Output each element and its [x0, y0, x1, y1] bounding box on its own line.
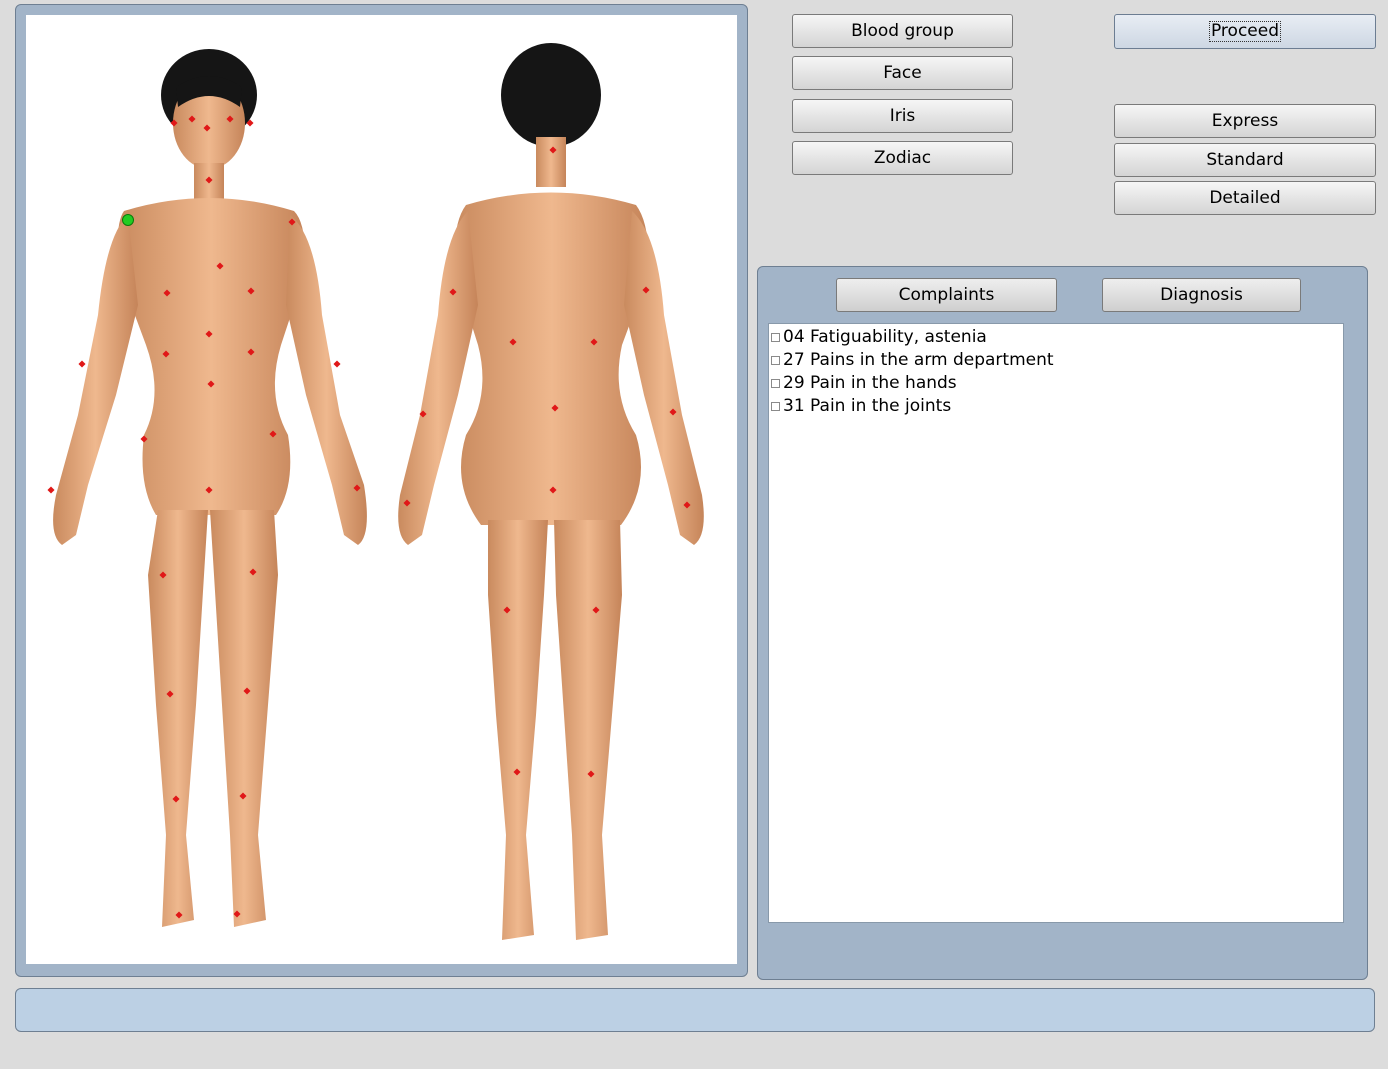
complaint-label: 29 Pain in the hands — [783, 373, 957, 393]
status-bar — [15, 988, 1375, 1032]
selected-point-marker[interactable] — [122, 214, 134, 226]
detailed-button[interactable]: Detailed — [1114, 181, 1376, 215]
complaints-list[interactable]: 04 Fatiguability, astenia 27 Pains in th… — [768, 323, 1344, 923]
body-point-marker[interactable] — [78, 360, 86, 368]
body-point-marker[interactable] — [47, 486, 55, 494]
back-right-leg — [554, 520, 622, 940]
body-map-panel — [15, 4, 748, 977]
blood-group-button[interactable]: Blood group — [792, 14, 1013, 48]
complaint-label: 27 Pains in the arm department — [783, 350, 1054, 370]
front-left-leg — [210, 510, 278, 927]
tab-diagnosis[interactable]: Diagnosis — [1102, 278, 1301, 312]
proceed-button[interactable]: Proceed — [1114, 14, 1376, 49]
body-point-marker[interactable] — [333, 360, 341, 368]
complaint-checkbox[interactable] — [771, 333, 780, 342]
body-map-canvas[interactable] — [26, 15, 737, 964]
body-map-svg[interactable] — [26, 15, 737, 964]
list-item[interactable]: 04 Fatiguability, astenia — [769, 326, 1343, 349]
express-button[interactable]: Express — [1114, 104, 1376, 138]
complaints-panel: Complaints Diagnosis 04 Fatiguability, a… — [757, 266, 1368, 980]
iris-button[interactable]: Iris — [792, 99, 1013, 133]
complaint-checkbox[interactable] — [771, 356, 780, 365]
list-item[interactable]: 31 Pain in the joints — [769, 395, 1343, 418]
front-right-leg — [148, 510, 208, 927]
complaint-label: 04 Fatiguability, astenia — [783, 327, 987, 347]
complaint-checkbox[interactable] — [771, 402, 780, 411]
front-left-arm — [286, 215, 367, 545]
zodiac-button[interactable]: Zodiac — [792, 141, 1013, 175]
proceed-button-label: Proceed — [1208, 21, 1282, 42]
back-torso — [454, 192, 649, 525]
back-neck — [536, 137, 566, 187]
face-button[interactable]: Face — [792, 56, 1013, 90]
complaint-label: 31 Pain in the joints — [783, 396, 952, 416]
back-hair — [501, 43, 601, 147]
list-item[interactable]: 29 Pain in the hands — [769, 372, 1343, 395]
tab-complaints[interactable]: Complaints — [836, 278, 1057, 312]
front-torso — [117, 198, 305, 515]
list-item[interactable]: 27 Pains in the arm department — [769, 349, 1343, 372]
complaint-checkbox[interactable] — [771, 379, 780, 388]
front-right-arm — [53, 215, 138, 545]
standard-button[interactable]: Standard — [1114, 143, 1376, 177]
back-left-leg — [488, 520, 548, 940]
